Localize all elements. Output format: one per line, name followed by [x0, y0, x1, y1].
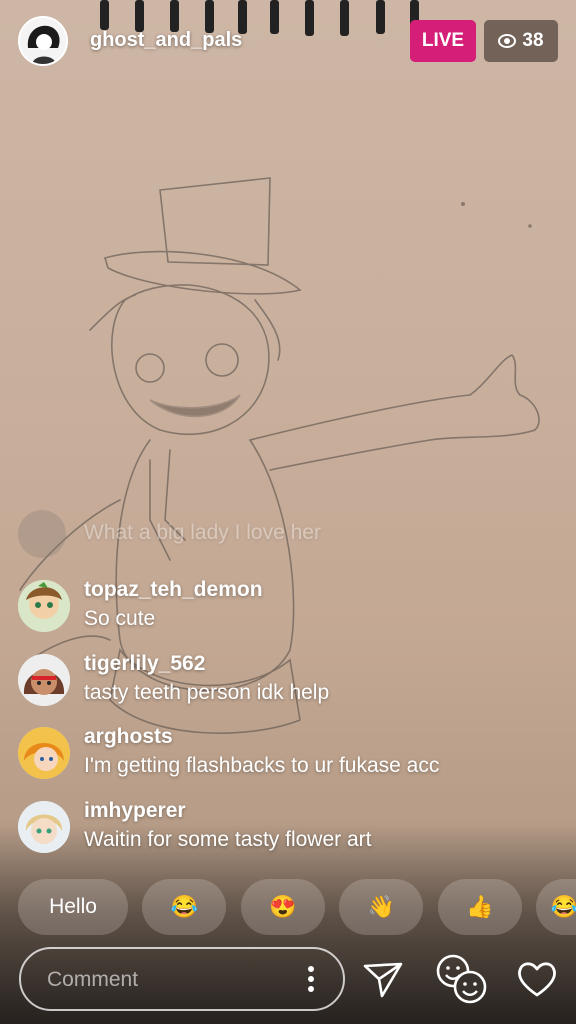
comment-input[interactable] — [45, 949, 289, 1011]
commenter-avatar[interactable] — [18, 800, 70, 853]
quick-reply-wave-emoji[interactable]: 👋 — [339, 879, 424, 935]
host-avatar[interactable] — [18, 16, 68, 66]
comment-text: What a big lady I love her — [84, 521, 321, 544]
quick-reply-thumbs-up-emoji[interactable]: 👍 — [437, 879, 522, 935]
quick-reply-hello[interactable]: Hello — [18, 879, 128, 935]
comment-item: topaz_teh_demon So cute — [18, 574, 538, 648]
commenter-username[interactable]: topaz_teh_demon — [84, 578, 263, 602]
comment-box — [19, 947, 345, 1011]
commenter-avatar[interactable] — [18, 510, 66, 558]
commenter-avatar[interactable] — [18, 653, 70, 706]
comment-text: tasty teeth person idk help — [84, 680, 330, 704]
commenter-username[interactable]: tigerlily_562 — [84, 652, 205, 676]
live-header: ghost_and_pals LIVE 38 — [18, 16, 558, 68]
comment-item: What a big lady I love her — [18, 510, 538, 574]
face-effects-icon[interactable] — [435, 953, 489, 1005]
commenter-avatar[interactable] — [18, 580, 70, 632]
heart-icon[interactable] — [516, 958, 558, 1000]
commenter-username[interactable]: arghosts — [84, 725, 173, 749]
host-username[interactable]: ghost_and_pals — [90, 29, 242, 52]
comment-item: imhyperer Waitin for some tasty flower a… — [18, 795, 538, 869]
comment-text: I'm getting flashbacks to ur fukase acc — [84, 754, 440, 777]
commenter-username[interactable]: imhyperer — [84, 799, 186, 823]
quick-reply-heart-eyes-emoji[interactable]: 😍 — [240, 879, 325, 935]
comment-item: tigerlily_562 tasty teeth person idk hel… — [18, 648, 538, 722]
quick-reply-bar: Hello 😂 😍 👋 👍 😂😂 — [18, 879, 576, 935]
comment-item: arghosts I'm getting flashbacks to ur fu… — [18, 721, 538, 795]
more-options-icon[interactable] — [307, 965, 315, 993]
quick-reply-double-laugh-emoji[interactable]: 😂😂 — [536, 879, 576, 935]
send-icon[interactable] — [362, 958, 404, 1000]
comment-text: Waitin for some tasty flower art — [84, 827, 372, 851]
viewer-count-badge[interactable]: 38 — [484, 20, 558, 62]
eye-icon — [498, 34, 517, 48]
commenter-avatar[interactable] — [18, 727, 70, 779]
quick-reply-laugh-emoji[interactable]: 😂 — [142, 879, 227, 935]
comment-text: So cute — [84, 607, 156, 630]
live-badge: LIVE — [410, 20, 476, 62]
viewer-count: 38 — [522, 30, 544, 51]
comment-feed: What a big lady I love her topaz_teh_dem… — [18, 510, 538, 868]
